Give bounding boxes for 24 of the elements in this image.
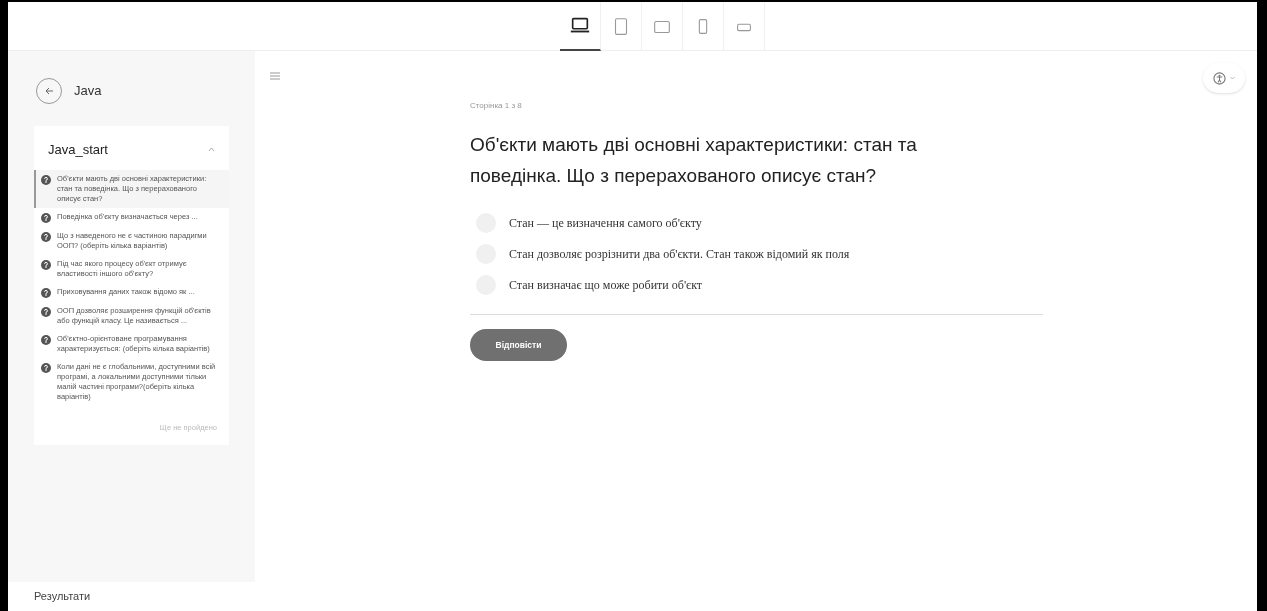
question-icon (41, 212, 51, 223)
page-counter: Сторінка 1 з 8 (470, 100, 523, 112)
question-icon (41, 174, 51, 185)
section-header[interactable]: Java_start (34, 126, 229, 170)
question-icon (41, 231, 51, 242)
menu-icon[interactable] (270, 72, 280, 80)
question-icon (41, 362, 51, 373)
results-link[interactable]: Результати (34, 588, 91, 605)
question-icon (41, 334, 51, 345)
answer-option[interactable]: Стан дозволяє розрізнити два об'єкти. Стан також відомий як поля (470, 244, 1043, 264)
caret-icon (1230, 76, 1235, 80)
submit-button[interactable]: Відповісти (470, 329, 567, 361)
accessibility-button[interactable] (1203, 63, 1245, 93)
accessibility-icon (1213, 71, 1226, 85)
device-tab[interactable] (560, 2, 601, 51)
back-arrow-icon (44, 87, 54, 95)
question-icon (41, 306, 51, 317)
answer-option[interactable]: Стан — це визначення самого об'єкту (470, 213, 1043, 233)
caret-icon (208, 147, 215, 153)
answer-option[interactable]: Стан визначає що може робити об'єкт (470, 275, 1043, 295)
question-icon (41, 287, 51, 298)
course-title: Java (74, 82, 102, 101)
question-icon (41, 259, 51, 270)
question-title: Об'єкти мають дві основні характеристики: стан та поведінка. Що з перерахованого описує стан? (470, 133, 918, 188)
